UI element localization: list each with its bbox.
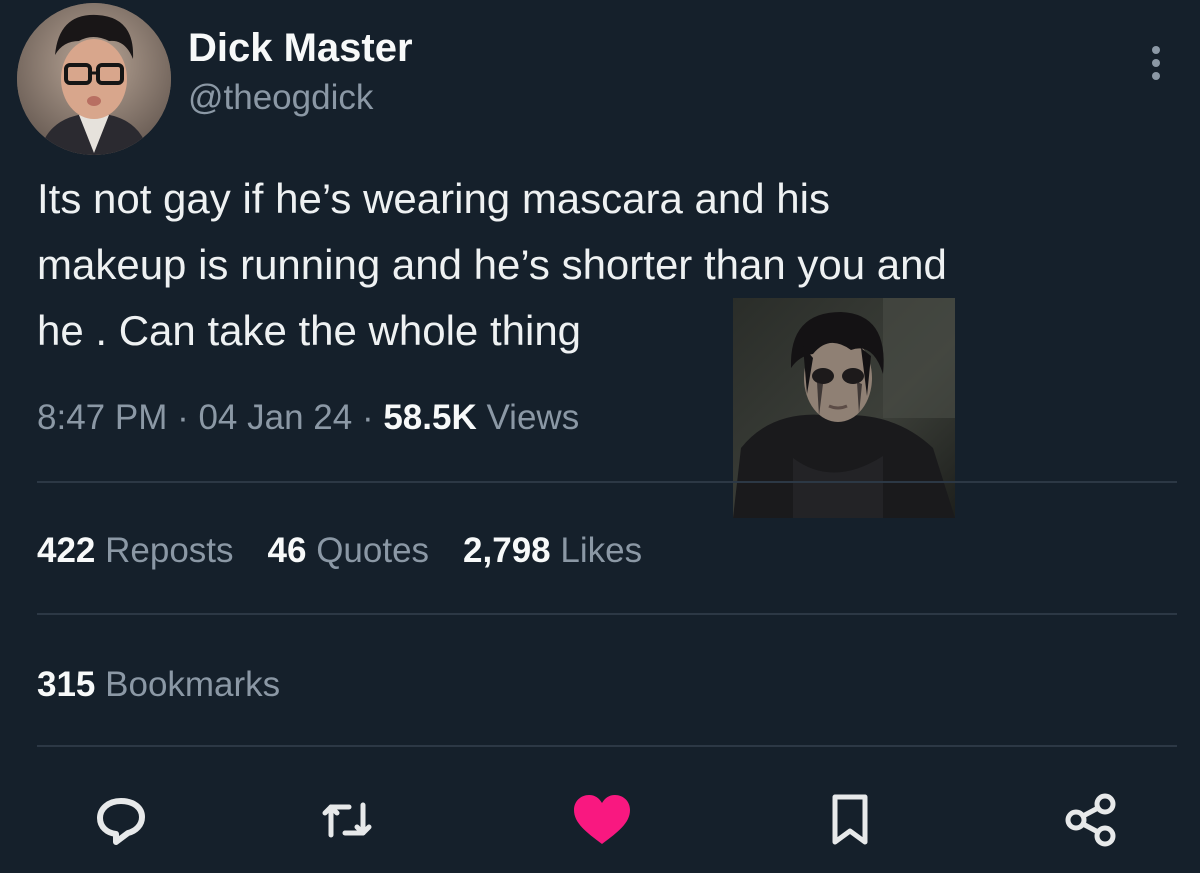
reposts-count: 422 <box>37 531 96 570</box>
bookmarks-label: Bookmarks <box>95 665 281 704</box>
likes-stat[interactable]: 2,798 Likes <box>463 531 643 571</box>
user-handle[interactable]: @theogdick <box>188 78 373 118</box>
reposts-label: Reposts <box>95 531 234 570</box>
divider <box>37 745 1177 747</box>
retweet-icon <box>322 802 372 838</box>
quotes-stat[interactable]: 46 Quotes <box>267 531 430 571</box>
more-options-icon[interactable] <box>1148 43 1164 83</box>
like-button[interactable] <box>572 790 632 850</box>
retweet-button[interactable] <box>317 790 377 850</box>
display-name[interactable]: Dick Master <box>188 26 413 70</box>
tweet-card: Dick Master @theogdick Its not gay if he… <box>0 0 1200 873</box>
likes-label: Likes <box>550 531 643 570</box>
engagement-stats: 422 Reposts 46 Quotes 2,798 Likes <box>37 531 676 571</box>
tweet-text-line: makeup is running and he’s shorter than … <box>37 241 947 288</box>
tweet-text: Its not gay if he’s wearing mascara and … <box>37 166 1177 364</box>
bookmarks-count: 315 <box>37 665 96 704</box>
bookmark-button[interactable] <box>820 790 880 850</box>
divider <box>37 481 1177 483</box>
reply-icon <box>97 798 145 845</box>
divider <box>37 613 1177 615</box>
reply-button[interactable] <box>91 790 151 850</box>
bookmarks-stat[interactable]: 315 Bookmarks <box>37 665 281 705</box>
meta-separator: · <box>167 398 199 437</box>
avatar[interactable] <box>17 3 171 155</box>
avatar-photo <box>17 3 171 155</box>
meta-separator: · <box>352 398 384 437</box>
views-count: 58.5K <box>383 398 477 437</box>
bookmark-icon <box>832 794 868 845</box>
heart-icon <box>574 795 630 844</box>
quotes-count: 46 <box>267 531 307 570</box>
tweet-date[interactable]: 04 Jan 24 <box>198 398 352 437</box>
reposts-stat[interactable]: 422 Reposts <box>37 531 234 571</box>
quotes-label: Quotes <box>306 531 430 570</box>
likes-count: 2,798 <box>463 531 551 570</box>
share-button[interactable] <box>1061 790 1121 850</box>
share-icon <box>1065 793 1116 847</box>
tweet-time[interactable]: 8:47 PM <box>37 398 167 437</box>
tweet-text-line: Its not gay if he’s wearing mascara and … <box>37 175 830 222</box>
tweet-media-image[interactable] <box>733 298 955 518</box>
views-label: Views <box>476 398 580 437</box>
tweet-meta: 8:47 PM · 04 Jan 24 · 58.5K Views <box>37 398 580 438</box>
tweet-text-line: he . Can take the whole thing <box>37 307 582 354</box>
